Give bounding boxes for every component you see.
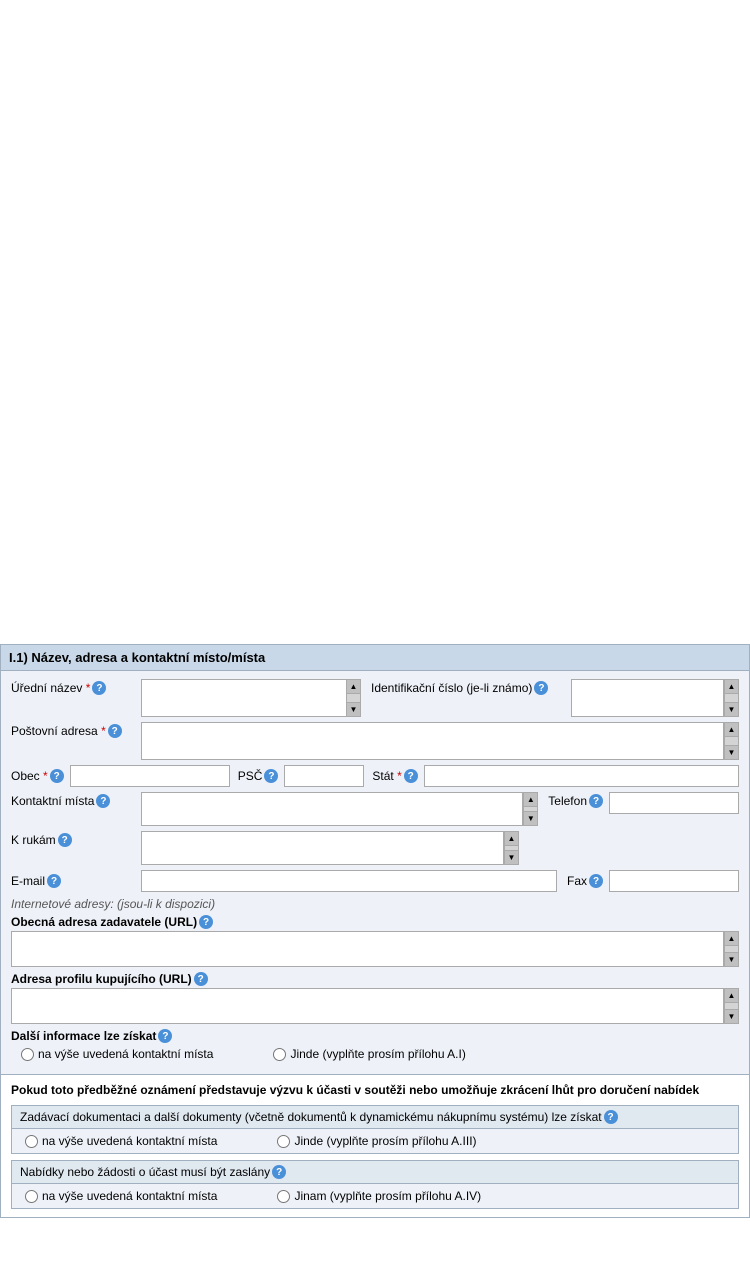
- zadavaci-radio-jinde[interactable]: Jinde (vyplňte prosím přílohu A.III): [277, 1134, 476, 1148]
- dalsi-radio-na-vyse-input[interactable]: [21, 1048, 34, 1061]
- uradni-nazev-label: Úřední název *: [11, 681, 90, 695]
- psc-label: PSČ: [238, 769, 263, 783]
- fax-input[interactable]: [609, 870, 739, 892]
- uradni-scroll-down[interactable]: ▼: [347, 702, 360, 716]
- uradni-nazev-help[interactable]: ?: [92, 681, 106, 695]
- nabidky-header: Nabídky nebo žádosti o účast musí být za…: [12, 1161, 738, 1184]
- adresa-profilu-help[interactable]: ?: [194, 972, 208, 986]
- telefon-label: Telefon: [548, 794, 587, 808]
- obec-input[interactable]: [70, 765, 230, 787]
- krukam-scroll-down[interactable]: ▼: [505, 850, 518, 864]
- dalsi-radio-jinde[interactable]: Jinde (vyplňte prosím přílohu A.I): [273, 1047, 465, 1061]
- obecna-scroll-up[interactable]: ▲: [725, 932, 738, 946]
- row-postovni: Poštovní adresa * ? ▲ ▼: [11, 722, 739, 760]
- postovni-scroll-up[interactable]: ▲: [725, 723, 738, 737]
- section-i1-body: Úřední název * ? ▲ ▼ Identifikační číslo…: [0, 670, 750, 1075]
- nabidky-radio-na-vyse[interactable]: na výše uvedená kontaktní místa: [25, 1189, 217, 1203]
- adresa-profilu-row: Adresa profilu kupujícího (URL) ? ▲ ▼: [11, 972, 739, 1024]
- kontaktni-input[interactable]: [141, 792, 523, 826]
- psc-help[interactable]: ?: [264, 769, 278, 783]
- dalsi-radio-na-vyse[interactable]: na výše uvedená kontaktní místa: [21, 1047, 213, 1061]
- pokud-section: Pokud toto předběžné oznámení představuj…: [0, 1075, 750, 1218]
- zadavaci-doc-label: Zadávací dokumentaci a další dokumenty (…: [20, 1110, 602, 1124]
- nabidky-section: Nabídky nebo žádosti o účast musí být za…: [11, 1160, 739, 1209]
- obecna-adresa-label: Obecná adresa zadavatele (URL): [11, 915, 197, 929]
- krukam-scroll-up[interactable]: ▲: [505, 832, 518, 846]
- identifikacni-label: Identifikační číslo (je-li známo): [371, 681, 532, 695]
- obecna-adresa-help[interactable]: ?: [199, 915, 213, 929]
- internetove-adresy-header: Internetové adresy: (jsou-li k dispozici…: [11, 897, 739, 911]
- nabidky-radio-jinam-input[interactable]: [277, 1190, 290, 1203]
- dalsi-info-label: Další informace lze získat: [11, 1029, 156, 1043]
- postovni-help[interactable]: ?: [108, 724, 122, 738]
- identifikacni-help[interactable]: ?: [534, 681, 548, 695]
- row-email-fax: E-mail ? Fax ?: [11, 870, 739, 892]
- krukam-help[interactable]: ?: [58, 833, 72, 847]
- row-kontaktni-telefon: Kontaktní místa ? ▲ ▼ Telefon ?: [11, 792, 739, 826]
- kontaktni-scroll-down[interactable]: ▼: [524, 811, 537, 825]
- nabidky-radio-na-vyse-input[interactable]: [25, 1190, 38, 1203]
- obec-help[interactable]: ?: [50, 769, 64, 783]
- email-help[interactable]: ?: [47, 874, 61, 888]
- profilu-scroll-down[interactable]: ▼: [725, 1009, 738, 1023]
- kontaktni-scroll-up[interactable]: ▲: [524, 793, 537, 807]
- zadavaci-radio-na-vyse-input[interactable]: [25, 1135, 38, 1148]
- zadavaci-radio-jinde-input[interactable]: [277, 1135, 290, 1148]
- ident-scroll-up[interactable]: ▲: [725, 680, 738, 694]
- psc-input[interactable]: [284, 765, 364, 787]
- postovni-input[interactable]: [141, 722, 724, 760]
- identifikacni-input[interactable]: [571, 679, 724, 717]
- krukam-input[interactable]: [141, 831, 504, 865]
- row-krukam: K rukám ? ▲ ▼: [11, 831, 739, 865]
- obec-label: Obec *: [11, 769, 48, 783]
- zadavaci-radio-na-vyse[interactable]: na výše uvedená kontaktní místa: [25, 1134, 217, 1148]
- profilu-scroll-up[interactable]: ▲: [725, 989, 738, 1003]
- row-obec-psc-stat: Obec * ? PSČ ? Stát * ?: [11, 765, 739, 787]
- section-i1-header: I.1) Název, adresa a kontaktní místo/mís…: [0, 644, 750, 670]
- fax-help[interactable]: ?: [589, 874, 603, 888]
- postovni-label: Poštovní adresa *: [11, 724, 106, 738]
- pokud-text: Pokud toto předběžné oznámení představuj…: [11, 1083, 739, 1097]
- dalsi-info-help[interactable]: ?: [158, 1029, 172, 1043]
- stat-label: Stát *: [372, 769, 401, 783]
- row-uradni-ident: Úřední název * ? ▲ ▼ Identifikační číslo…: [11, 679, 739, 717]
- dalsi-info-radios: na výše uvedená kontaktní místa Jinde (v…: [11, 1047, 739, 1061]
- zadavaci-radios: na výše uvedená kontaktní místa Jinde (v…: [20, 1134, 730, 1148]
- kontaktni-help[interactable]: ?: [96, 794, 110, 808]
- fax-label: Fax: [567, 874, 587, 888]
- nabidky-help[interactable]: ?: [272, 1165, 286, 1179]
- email-label: E-mail: [11, 874, 45, 888]
- nabidky-radio-jinam[interactable]: Jinam (vyplňte prosím přílohu A.IV): [277, 1189, 481, 1203]
- dalsi-radio-jinde-input[interactable]: [273, 1048, 286, 1061]
- zadavaci-doc-help[interactable]: ?: [604, 1110, 618, 1124]
- postovni-scroll-down[interactable]: ▼: [725, 745, 738, 759]
- email-input[interactable]: [141, 870, 557, 892]
- ident-scroll-down[interactable]: ▼: [725, 702, 738, 716]
- uradni-scroll-up[interactable]: ▲: [347, 680, 360, 694]
- kontaktni-label: Kontaktní místa: [11, 794, 94, 808]
- zadavaci-doc-header: Zadávací dokumentaci a další dokumenty (…: [12, 1106, 738, 1129]
- krukam-label: K rukám: [11, 833, 56, 847]
- obecna-scroll-down[interactable]: ▼: [725, 952, 738, 966]
- dalsi-info-section: Další informace lze získat ? na výše uve…: [11, 1029, 739, 1061]
- stat-help[interactable]: ?: [404, 769, 418, 783]
- obecna-adresa-row: Obecná adresa zadavatele (URL) ? ▲ ▼: [11, 915, 739, 967]
- telefon-input[interactable]: [609, 792, 739, 814]
- telefon-help[interactable]: ?: [589, 794, 603, 808]
- nabidky-radios: na výše uvedená kontaktní místa Jinam (v…: [20, 1189, 730, 1203]
- stat-input[interactable]: [424, 765, 739, 787]
- adresa-profilu-input[interactable]: [11, 988, 724, 1024]
- uradni-nazev-input[interactable]: [141, 679, 347, 717]
- nabidky-label: Nabídky nebo žádosti o účast musí být za…: [20, 1165, 270, 1179]
- adresa-profilu-label: Adresa profilu kupujícího (URL): [11, 972, 192, 986]
- obecna-adresa-input[interactable]: [11, 931, 724, 967]
- zadavaci-doc-section: Zadávací dokumentaci a další dokumenty (…: [11, 1105, 739, 1154]
